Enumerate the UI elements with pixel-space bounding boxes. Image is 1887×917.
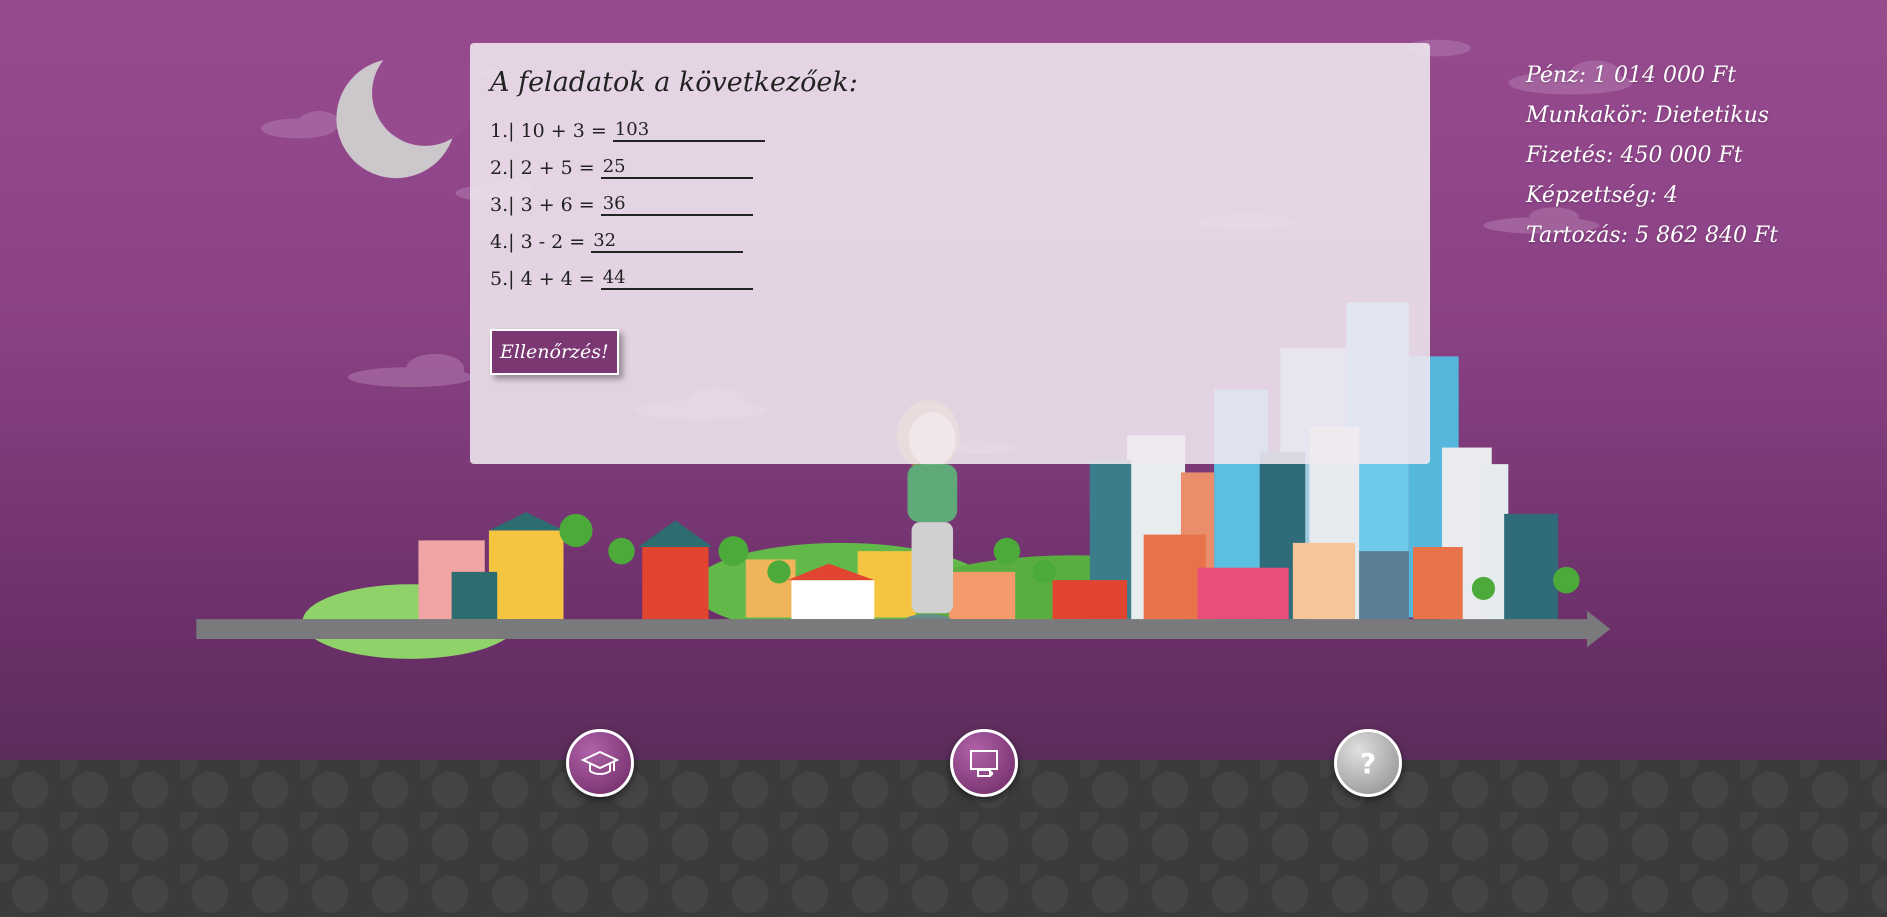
salary-stat: Fizetés: 450 000 Ft — [1526, 143, 1743, 168]
money-stat: Pénz: 1 014 000 Ft — [1526, 63, 1737, 88]
check-button[interactable]: Ellenőrzés! — [490, 329, 619, 375]
education-stat: Képzettség: 4 — [1526, 183, 1679, 208]
task-label: 4.| 3 - 2 = — [490, 231, 586, 253]
graduation-cap-icon — [580, 750, 620, 775]
player-stats: Pénz: 1 014 000 Ft Munkakör: Dietetikus … — [1526, 56, 1778, 256]
answer-input[interactable] — [600, 193, 753, 216]
task-label: 3.| 3 + 6 = — [490, 194, 595, 216]
answer-input[interactable] — [600, 267, 753, 290]
question-mark-icon: ? — [1359, 746, 1377, 780]
task-label: 2.| 2 + 5 = — [490, 157, 595, 179]
job-stat: Munkakör: Dietetikus — [1526, 103, 1770, 128]
answer-input[interactable] — [600, 156, 753, 179]
coffee-break-icon — [970, 750, 998, 777]
hex-ground — [0, 760, 1887, 917]
timeline-node-education[interactable] — [566, 729, 634, 797]
debt-stat: Tartozás: 5 862 840 Ft — [1526, 223, 1779, 248]
task-label: 1.| 10 + 3 = — [490, 120, 607, 142]
task-row: 4.| 3 - 2 = — [490, 230, 744, 253]
task-label: 5.| 4 + 4 = — [490, 268, 595, 290]
task-row: 1.| 10 + 3 = — [490, 119, 765, 142]
moon-icon — [336, 39, 479, 179]
task-row: 2.| 2 + 5 = — [490, 156, 753, 179]
timeline-node-break[interactable] — [950, 729, 1018, 797]
answer-input[interactable] — [612, 119, 765, 142]
task-row: 3.| 3 + 6 = — [490, 193, 753, 216]
panel-title: A feladatok a következőek: — [490, 67, 858, 98]
task-panel: A feladatok a következőek: 1.| 10 + 3 = … — [470, 43, 1430, 464]
task-row: 5.| 4 + 4 = — [490, 267, 753, 290]
timeline-node-unknown[interactable]: ? — [1334, 729, 1402, 797]
answer-input[interactable] — [591, 230, 744, 253]
